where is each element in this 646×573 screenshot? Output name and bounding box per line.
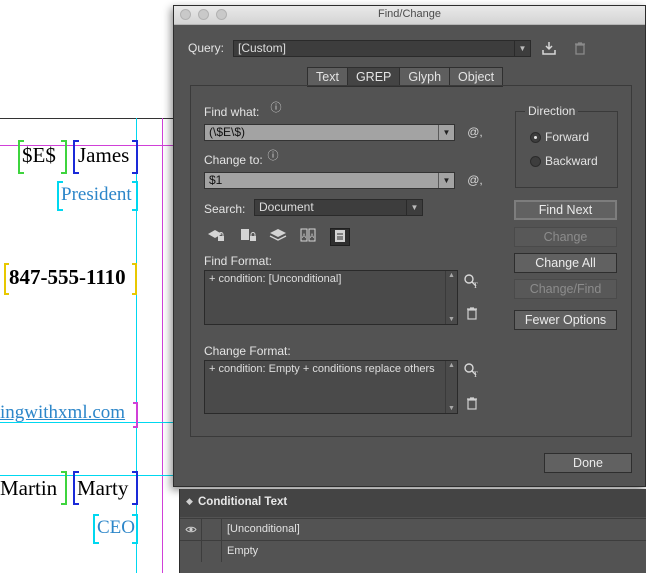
direction-backward-radio[interactable] <box>530 156 541 167</box>
tab-grep[interactable]: GREP <box>347 68 401 86</box>
special-characters-icon[interactable]: @, <box>465 124 485 140</box>
doc-ceo-text: CEO <box>97 517 135 538</box>
condition-bracket-blue-2-close <box>132 471 138 505</box>
condition-bracket-magenta <box>133 402 138 428</box>
chevron-down-icon: ▼ <box>438 125 454 140</box>
condition-row[interactable]: [Unconditional] <box>180 518 646 540</box>
change-format-scrollbar[interactable]: ▲ ▼ <box>445 361 457 413</box>
info-icon: ⓘ <box>267 150 279 162</box>
search-scope-dropdown[interactable]: Document ▼ <box>254 199 423 216</box>
tab-text[interactable]: Text <box>308 68 348 86</box>
svg-text:A: A <box>310 234 314 240</box>
done-button[interactable]: Done <box>544 453 632 473</box>
find-what-field[interactable]: (\$E\$) ▼ <box>204 124 455 141</box>
condition-bracket-blue-close <box>132 140 138 174</box>
dialog-title: Find/Change <box>378 8 441 20</box>
change-to-value: $1 <box>209 173 223 187</box>
conditional-text-title: Conditional Text <box>198 496 288 508</box>
condition-indicator-cell <box>201 519 222 540</box>
doc-title-text: President <box>61 184 132 205</box>
include-master-pages-icon[interactable]: AA <box>298 228 318 246</box>
find-what-label: Find what: <box>204 105 260 119</box>
direction-backward-label[interactable]: Backward <box>545 154 598 168</box>
doc-firstname-text: Marty <box>77 476 129 500</box>
direction-forward-label[interactable]: Forward <box>545 130 589 144</box>
visibility-eye-icon[interactable] <box>180 519 202 540</box>
include-locked-stories-icon[interactable] <box>238 228 258 246</box>
change-button[interactable]: Change <box>514 227 617 247</box>
frame-top-edge <box>0 118 173 119</box>
change-to-field[interactable]: $1 ▼ <box>204 172 455 189</box>
condition-bracket-cyan-close <box>132 181 138 211</box>
condition-name: [Unconditional] <box>227 523 300 535</box>
doc-name-text: James <box>78 143 130 167</box>
chevron-down-icon: ▼ <box>406 200 422 215</box>
doc-marker-text: $E$ <box>22 143 56 167</box>
visibility-toggle-cell[interactable] <box>180 541 202 562</box>
query-dropdown-value: [Custom] <box>238 41 287 55</box>
change-format-label: Change Format: <box>204 344 291 358</box>
svg-text:T: T <box>473 370 478 378</box>
document-canvas[interactable]: $E$ James President 847-555-1110 ingwith… <box>0 0 173 573</box>
search-label: Search: <box>204 202 246 216</box>
chevron-down-icon: ▼ <box>438 173 454 188</box>
clear-change-format-icon[interactable] <box>464 396 480 414</box>
save-query-icon[interactable] <box>541 40 557 56</box>
condition-bracket-green-2 <box>61 471 67 505</box>
condition-bracket-green-close <box>61 140 67 174</box>
include-locked-layers-icon[interactable] <box>206 228 226 246</box>
doc-phone-text: 847-555-1110 <box>9 265 126 289</box>
direction-group <box>515 111 618 188</box>
tab-glyph[interactable]: Glyph <box>400 68 451 86</box>
svg-text:T: T <box>473 281 478 289</box>
chevron-down-icon: ▼ <box>514 41 530 56</box>
include-hidden-layers-icon[interactable] <box>268 228 288 246</box>
conditional-text-panel: ◆ Conditional Text [Unconditional] Empty <box>179 489 646 573</box>
direction-label: Direction <box>525 104 579 118</box>
conditional-text-header[interactable]: ◆ Conditional Text <box>180 489 646 517</box>
condition-name: Empty <box>227 545 259 557</box>
info-icon: ⓘ <box>270 102 282 114</box>
find-format-scrollbar[interactable]: ▲ ▼ <box>445 271 457 324</box>
change-all-button[interactable]: Change All <box>514 253 617 273</box>
special-characters-icon[interactable]: @, <box>465 172 485 188</box>
search-scope-value: Document <box>259 200 314 214</box>
doc-lastname-text: Martin <box>0 476 58 500</box>
change-to-label: Change to: <box>204 153 263 167</box>
find-what-value: (\$E\$) <box>209 125 246 139</box>
specify-change-format-icon[interactable]: T <box>462 362 482 382</box>
find-format-value: + condition: [Unconditional] <box>209 273 342 285</box>
margin-guide-vertical <box>162 118 163 573</box>
fewer-options-button[interactable]: Fewer Options <box>514 310 617 330</box>
condition-indicator-cell <box>201 541 222 562</box>
trash-icon[interactable] <box>572 40 588 56</box>
query-dropdown[interactable]: [Custom] ▼ <box>233 40 531 57</box>
query-label: Query: <box>188 41 225 55</box>
tab-object[interactable]: Object <box>450 68 503 86</box>
condition-bracket-cyan-2-close <box>132 514 138 544</box>
clear-find-format-icon[interactable] <box>464 306 480 324</box>
find-format-box[interactable]: + condition: [Unconditional] ▲ ▼ <box>204 270 458 325</box>
dialog-titlebar[interactable]: Find/Change <box>174 6 645 25</box>
panel-collapse-icon[interactable]: ◆ <box>186 496 193 507</box>
change-format-box[interactable]: + condition: Empty + conditions replace … <box>204 360 458 414</box>
find-format-label: Find Format: <box>204 254 273 268</box>
include-footnotes-icon[interactable] <box>330 228 350 246</box>
find-change-dialog: Find/Change Query: [Custom] ▼ Text GREP … <box>173 5 646 487</box>
change-format-value: + condition: Empty + conditions replace … <box>209 363 435 375</box>
specify-find-format-icon[interactable]: T <box>462 273 482 293</box>
change-find-button[interactable]: Change/Find <box>514 279 617 299</box>
direction-forward-radio[interactable] <box>530 132 541 143</box>
condition-bracket-yellow-close <box>132 263 137 295</box>
condition-row[interactable]: Empty <box>180 540 646 562</box>
find-next-button[interactable]: Find Next <box>514 200 617 220</box>
search-type-tabs: Text GREP Glyph Object <box>307 67 504 87</box>
svg-text:A: A <box>302 234 306 240</box>
doc-url-text: ingwithxml.com <box>0 402 126 423</box>
